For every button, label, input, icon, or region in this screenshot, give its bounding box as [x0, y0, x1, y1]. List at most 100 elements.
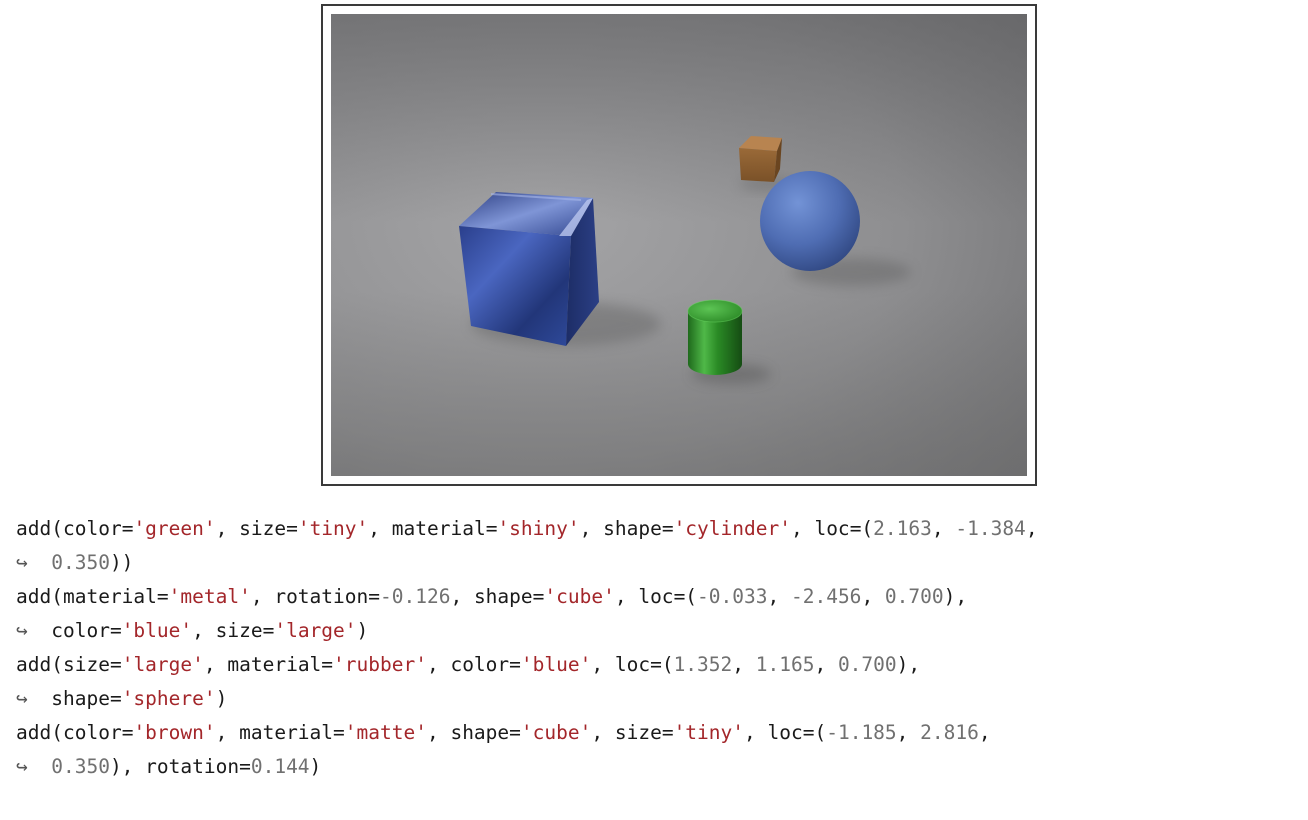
argument-name: color	[62, 721, 122, 744]
punctuation: =	[262, 619, 275, 642]
number-literal: -0.126	[380, 585, 451, 608]
string-literal: 'cylinder'	[673, 517, 791, 540]
string-literal: 'cube'	[520, 721, 592, 744]
number-literal: 2.816	[920, 721, 979, 744]
punctuation: =(	[650, 653, 674, 676]
string-literal: 'large'	[121, 653, 204, 676]
punctuation: =	[239, 755, 251, 778]
argument-name: color	[450, 653, 510, 676]
punctuation: ,	[591, 721, 615, 744]
punctuation: =	[156, 585, 169, 608]
punctuation: ),	[943, 585, 968, 608]
number-literal: 1.352	[673, 653, 733, 676]
punctuation: ,	[978, 721, 991, 744]
punctuation: =	[368, 585, 380, 608]
punctuation: =(	[673, 585, 698, 608]
string-literal: 'brown'	[133, 721, 216, 744]
argument-name: shape	[450, 721, 510, 744]
punctuation: )	[215, 687, 228, 710]
number-literal: 2.163	[873, 517, 932, 540]
argument-name: material	[62, 585, 157, 608]
argument-name: shape	[51, 687, 110, 710]
punctuation: (	[51, 653, 63, 676]
function-name: add	[16, 721, 52, 744]
number-literal: -1.384	[955, 517, 1026, 540]
punctuation: ,	[1025, 517, 1038, 540]
punctuation: =	[509, 721, 521, 744]
code-line: ↪ 0.350), rotation=0.144)	[16, 750, 1301, 784]
argument-name: size	[215, 619, 263, 642]
string-literal: 'blue'	[520, 653, 592, 676]
function-name: add	[16, 653, 52, 676]
punctuation: ,	[790, 517, 815, 540]
string-literal: 'sphere'	[121, 687, 216, 710]
punctuation: ,	[591, 653, 615, 676]
green-shiny-cylinder	[687, 299, 743, 375]
number-literal: 1.165	[755, 653, 815, 676]
punctuation: =	[321, 653, 334, 676]
punctuation: ,	[861, 585, 885, 608]
punctuation: ,	[614, 585, 639, 608]
blue-rubber-sphere	[760, 171, 860, 271]
punctuation: =	[121, 721, 134, 744]
argument-name: size	[614, 721, 662, 744]
punctuation: ,	[426, 721, 451, 744]
punctuation: ,	[931, 517, 956, 540]
punctuation: (	[51, 721, 63, 744]
code-block: add(color='green', size='tiny', material…	[16, 512, 1301, 784]
line-continuation-icon: ↪	[16, 755, 52, 778]
argument-name: rotation	[145, 755, 240, 778]
line-continuation-icon: ↪	[16, 619, 52, 642]
number-literal: -1.185	[826, 721, 897, 744]
punctuation: )	[356, 619, 369, 642]
line-continuation-icon: ↪	[16, 687, 52, 710]
punctuation: =	[121, 517, 134, 540]
punctuation: ))	[109, 551, 134, 574]
punctuation: ,	[192, 619, 216, 642]
argument-name: material	[239, 721, 334, 744]
function-name: add	[16, 585, 52, 608]
punctuation: ,	[368, 517, 392, 540]
code-line: add(color='green', size='tiny', material…	[16, 512, 1301, 546]
string-literal: 'matte'	[344, 721, 427, 744]
code-line: ↪ color='blue', size='large')	[16, 614, 1301, 648]
punctuation: ,	[215, 721, 240, 744]
punctuation: =	[509, 653, 521, 676]
punctuation: =(	[849, 517, 874, 540]
punctuation: =	[109, 619, 122, 642]
punctuation: =	[333, 721, 345, 744]
punctuation: ,	[814, 653, 838, 676]
number-literal: 0.700	[837, 653, 897, 676]
punctuation: ),	[896, 653, 921, 676]
punctuation: ,	[896, 721, 921, 744]
punctuation: =	[661, 721, 674, 744]
function-name: add	[16, 517, 52, 540]
argument-name: loc	[767, 721, 803, 744]
code-line: add(color='brown', material='matte', sha…	[16, 716, 1301, 750]
argument-name: size	[62, 653, 110, 676]
string-literal: 'tiny'	[297, 517, 369, 540]
argument-name: size	[239, 517, 287, 540]
argument-name: loc	[614, 653, 651, 676]
number-literal: 0.350	[51, 551, 110, 574]
punctuation: ,	[450, 585, 474, 608]
punctuation: =	[286, 517, 298, 540]
string-literal: 'shiny'	[497, 517, 580, 540]
string-literal: 'blue'	[121, 619, 193, 642]
argument-name: material	[391, 517, 486, 540]
punctuation: =	[109, 687, 122, 710]
scene-figure	[321, 4, 1037, 486]
string-literal: 'green'	[133, 517, 216, 540]
brown-matte-cube	[739, 136, 782, 182]
punctuation: =	[485, 517, 498, 540]
number-literal: 0.700	[884, 585, 944, 608]
argument-name: color	[62, 517, 122, 540]
punctuation: ,	[203, 653, 228, 676]
punctuation: ,	[215, 517, 240, 540]
number-literal: 0.350	[51, 755, 110, 778]
argument-name: loc	[814, 517, 850, 540]
punctuation: )	[309, 755, 322, 778]
argument-name: loc	[638, 585, 674, 608]
punctuation: (	[51, 585, 63, 608]
code-line: ↪ shape='sphere')	[16, 682, 1301, 716]
